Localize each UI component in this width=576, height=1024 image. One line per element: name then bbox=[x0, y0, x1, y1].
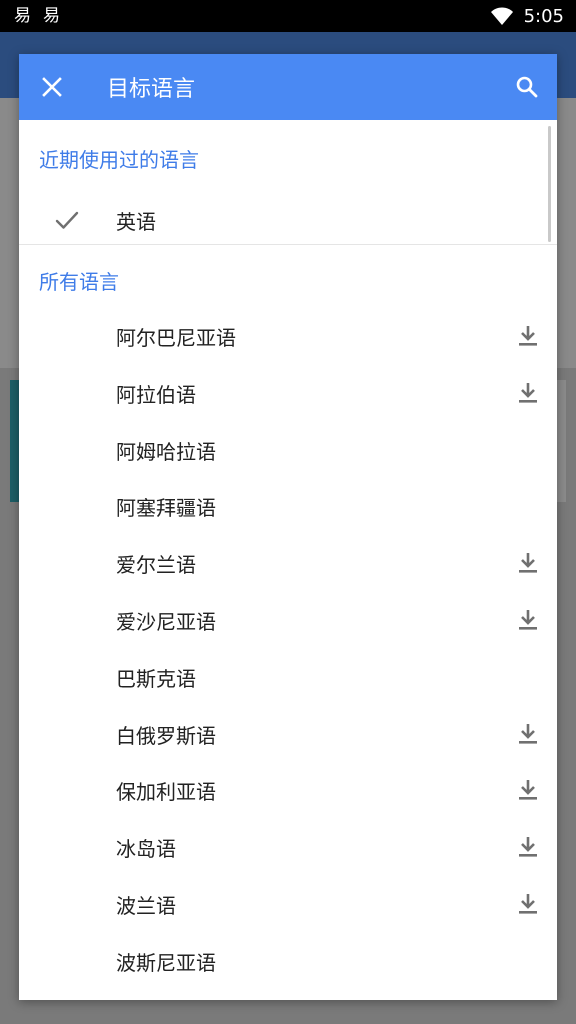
language-label: 爱尔兰语 bbox=[116, 553, 196, 578]
notification-icons: 易 易 bbox=[14, 5, 60, 26]
language-item[interactable]: 巴斯克语 bbox=[19, 651, 557, 708]
dialog-header: 目标语言 bbox=[19, 54, 557, 120]
language-item[interactable]: 波斯尼亚语 bbox=[19, 935, 557, 992]
language-label: 阿姆哈拉语 bbox=[116, 439, 216, 464]
status-bar: 易 易 5:05 bbox=[0, 0, 576, 32]
language-label: 冰岛语 bbox=[116, 837, 176, 862]
wifi-icon bbox=[490, 7, 513, 25]
language-item[interactable]: 冰岛语 bbox=[19, 821, 557, 878]
dialog-title: 目标语言 bbox=[107, 77, 196, 102]
language-item[interactable]: 阿尔巴尼亚语 bbox=[19, 310, 557, 367]
language-item[interactable]: 波兰语 bbox=[19, 878, 557, 935]
clock: 5:05 bbox=[523, 5, 564, 27]
close-icon bbox=[42, 77, 62, 97]
notification-app-icon: 易 bbox=[14, 5, 31, 26]
language-label: 巴斯克语 bbox=[116, 666, 196, 691]
system-icons: 5:05 bbox=[490, 6, 564, 27]
language-label: 爱沙尼亚语 bbox=[116, 609, 216, 634]
language-item[interactable]: 保加利亚语 bbox=[19, 764, 557, 821]
download-icon[interactable] bbox=[516, 835, 540, 859]
download-icon[interactable] bbox=[516, 551, 540, 575]
language-item[interactable]: 阿姆哈拉语 bbox=[19, 424, 557, 481]
language-label: 阿拉伯语 bbox=[116, 382, 196, 407]
language-item[interactable]: 白俄罗斯语 bbox=[19, 708, 557, 765]
language-label: 波兰语 bbox=[116, 893, 176, 918]
check-icon bbox=[55, 211, 79, 229]
recent-languages-header: 近期使用过的语言 bbox=[39, 148, 199, 172]
language-label: 波斯尼亚语 bbox=[116, 950, 216, 975]
notification-app-icon: 易 bbox=[43, 5, 60, 26]
section-divider bbox=[19, 244, 557, 245]
dialog-body[interactable]: 近期使用过的语言 英语 所有语言 阿尔巴尼亚语 阿拉伯语 阿姆哈拉语 阿塞拜疆语… bbox=[19, 120, 557, 1000]
download-icon[interactable] bbox=[516, 608, 540, 632]
recent-language-item[interactable]: 英语 bbox=[19, 190, 557, 250]
language-item[interactable]: 阿塞拜疆语 bbox=[19, 480, 557, 537]
download-icon[interactable] bbox=[516, 722, 540, 746]
download-icon[interactable] bbox=[516, 778, 540, 802]
language-item[interactable]: 爱尔兰语 bbox=[19, 537, 557, 594]
search-button[interactable] bbox=[497, 54, 557, 120]
language-list: 阿尔巴尼亚语 阿拉伯语 阿姆哈拉语 阿塞拜疆语 爱尔兰语 爱沙尼亚语 巴斯克语 … bbox=[19, 310, 557, 992]
search-icon bbox=[516, 76, 538, 98]
language-label: 阿尔巴尼亚语 bbox=[116, 326, 236, 350]
download-icon[interactable] bbox=[516, 892, 540, 916]
language-item[interactable]: 阿拉伯语 bbox=[19, 367, 557, 424]
target-language-dialog: 目标语言 近期使用过的语言 英语 所有语言 阿尔巴尼亚语 阿拉伯语 阿姆哈拉语 … bbox=[19, 54, 557, 1000]
language-label: 白俄罗斯语 bbox=[116, 723, 216, 748]
download-icon[interactable] bbox=[516, 381, 540, 405]
all-languages-header: 所有语言 bbox=[39, 270, 119, 294]
close-button[interactable] bbox=[19, 54, 85, 120]
language-label: 英语 bbox=[116, 210, 156, 234]
language-label: 保加利亚语 bbox=[116, 780, 216, 805]
language-item[interactable]: 爱沙尼亚语 bbox=[19, 594, 557, 651]
download-icon[interactable] bbox=[516, 324, 540, 348]
language-label: 阿塞拜疆语 bbox=[116, 496, 216, 521]
